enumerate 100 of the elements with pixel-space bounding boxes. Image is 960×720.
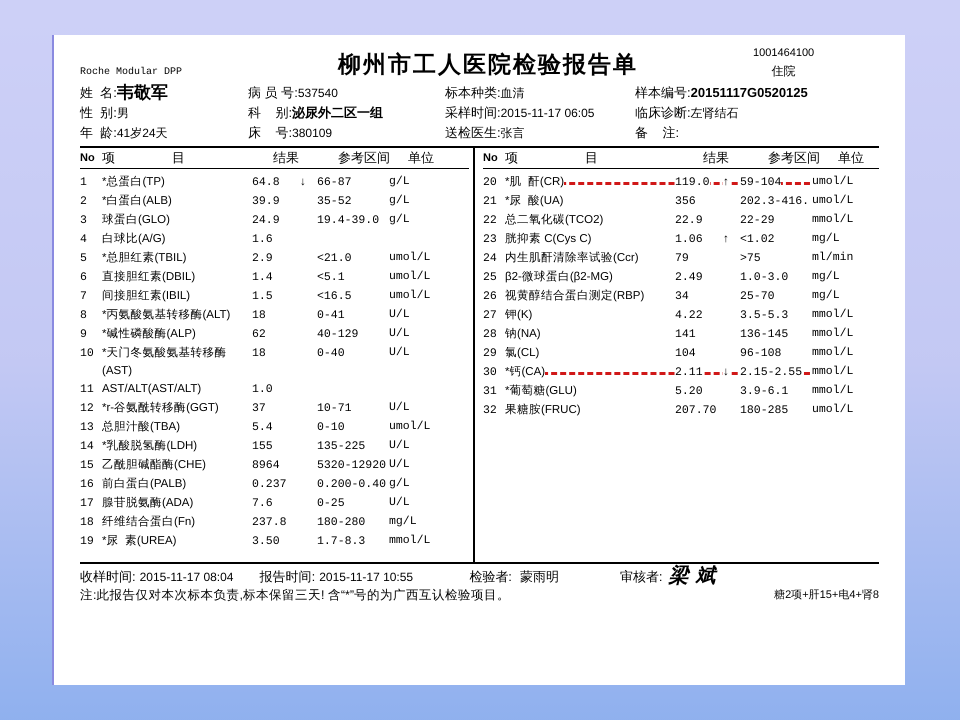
test-result: 237.8 [252, 516, 287, 529]
test-name: *r-谷氨酰转移酶(GGT) [102, 402, 219, 414]
visit-type: 住院 [772, 62, 796, 80]
field-value: 537540 [298, 85, 338, 102]
field-label: 姓 名: [80, 84, 117, 102]
reference-range: 3.9-6.1 [740, 385, 788, 398]
test-result: 207.70 [675, 404, 716, 417]
field-value: 男 [116, 105, 129, 122]
test-name: *尿 酸(UA) [505, 195, 564, 207]
test-result: 39.9 [252, 195, 280, 208]
row-number: 3 [80, 214, 87, 227]
field-label: 标本种类: [445, 84, 501, 102]
test-result: 37 [252, 402, 266, 415]
reference-range: 202.3-416. [740, 195, 810, 208]
field-value: 41岁24天 [116, 125, 168, 142]
unit: mmol/L [812, 383, 854, 399]
test-name: *总蛋白(TP) [102, 176, 165, 188]
reference-range: 135-225 [317, 440, 366, 453]
row-number: 29 [483, 347, 497, 360]
reference-range: 35-52 [317, 195, 352, 208]
test-result: 18 [252, 309, 266, 322]
column-header: 目 [585, 149, 599, 168]
row-number: 8 [80, 309, 87, 322]
reference-range: 136-145 [740, 328, 788, 341]
unit: mg/L [389, 514, 417, 530]
field-label: 送检医生: [445, 124, 501, 142]
field-value: 泌尿外二区一组 [292, 104, 384, 122]
test-result: 0.237 [252, 478, 287, 491]
test-name: *尿 素(UREA) [102, 535, 176, 547]
column-header: 单位 [408, 149, 434, 168]
row-number: 10 [80, 347, 94, 360]
column-header: No [483, 150, 499, 166]
flag-arrow: ↓ [300, 175, 306, 190]
row-number: 13 [80, 421, 94, 434]
reference-range: <1.02 [740, 233, 775, 246]
test-result: 4.22 [675, 309, 703, 322]
test-result: 1.0 [252, 383, 273, 396]
unit: g/L [389, 193, 410, 209]
reference-range: <5.1 [317, 271, 345, 284]
unit: mmol/L [812, 307, 854, 323]
column-header: 参考区间 [338, 149, 391, 168]
test-result: 79 [675, 252, 689, 265]
test-result: 8964 [252, 459, 280, 472]
flag-arrow: ↑ [723, 232, 729, 247]
signature: 梁 斌 [668, 564, 716, 586]
test-name: *乳酸脱氢酶(LDH) [102, 440, 198, 452]
test-name: *碱性磷酸酶(ALP) [102, 328, 196, 340]
row-number: 1 [80, 176, 87, 189]
test-result: 18 [252, 347, 266, 360]
field-label: 床 号: [248, 124, 292, 142]
test-result: 1.06 [675, 233, 703, 246]
test-name: 视黄醇结合蛋白测定(RBP) [505, 290, 644, 302]
unit: U/L [389, 457, 410, 473]
test-name: *天门冬氨酸氨基转移酶(AST) [102, 347, 226, 377]
reference-range: 180-280 [317, 516, 366, 529]
field-label: 检验者: [469, 568, 512, 586]
reference-range: >75 [740, 252, 761, 265]
test-result: 7.6 [252, 497, 273, 510]
column-header: 项 [102, 149, 116, 168]
field-value: 380109 [292, 125, 332, 142]
row-number: 14 [80, 440, 94, 453]
field-value: 血清 [500, 85, 525, 102]
field-value: 韦敬军 [116, 82, 168, 104]
column-header: 单位 [838, 149, 864, 168]
row-number: 22 [483, 214, 497, 227]
unit: mg/L [812, 269, 840, 285]
reference-range: 1.0-3.0 [740, 271, 788, 284]
unit: umol/L [389, 250, 430, 266]
test-result: 2.9 [252, 252, 273, 265]
row-number: 23 [483, 233, 497, 246]
test-name: 钾(K) [505, 309, 532, 321]
unit: g/L [389, 212, 410, 228]
test-result: 3.50 [252, 535, 280, 548]
field-value: 2015-11-17 08:04 [140, 569, 234, 586]
instrument-name: Roche Modular DPP [80, 66, 184, 80]
test-name: 腺苷脱氨酶(ADA) [102, 497, 194, 509]
test-name: β2-微球蛋白(β2-MG) [505, 271, 613, 283]
unit: U/L [389, 438, 410, 454]
row-number: 31 [483, 385, 497, 398]
reference-range: 10-71 [317, 402, 352, 415]
test-name: 纤维结合蛋白(Fn) [102, 516, 196, 528]
barcode-number: 1001464100 [753, 46, 814, 61]
row-number: 7 [80, 290, 87, 303]
unit: ml/min [812, 250, 854, 266]
field-label: 样本编号: [635, 84, 691, 102]
reference-range: 66-87 [317, 176, 352, 189]
reference-range: 5320-12920 [317, 459, 386, 472]
unit: umol/L [389, 288, 430, 304]
unit: mmol/L [812, 212, 854, 228]
test-result: 141 [675, 328, 696, 341]
reference-range: 19.4-39.0 [317, 214, 380, 227]
row-number: 28 [483, 328, 497, 341]
test-name: 直接胆红素(DBIL) [102, 271, 196, 283]
test-result: 1.4 [252, 271, 273, 284]
test-result: 22.9 [675, 214, 703, 227]
reference-range: 22-29 [740, 214, 775, 227]
unit: umol/L [812, 193, 854, 209]
row-number: 15 [80, 459, 94, 472]
unit: U/L [389, 326, 410, 342]
row-number: 16 [80, 478, 94, 491]
